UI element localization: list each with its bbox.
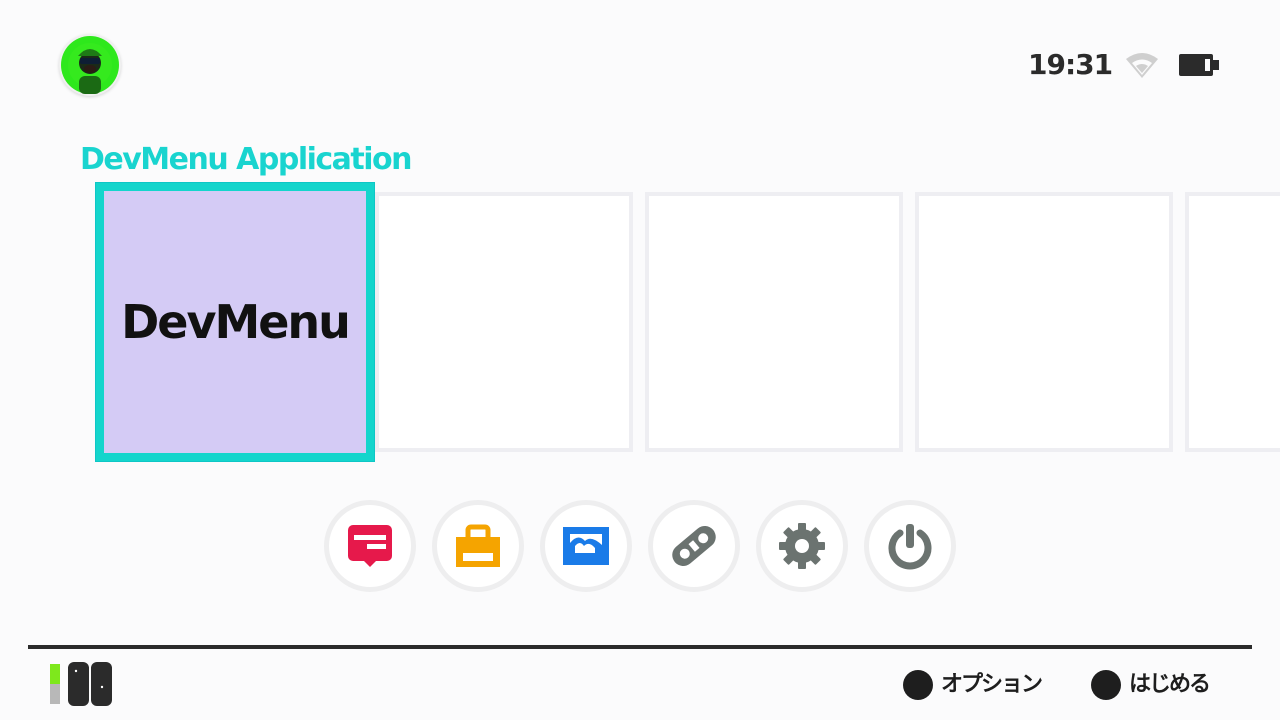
options-hint-label: オプション (941, 672, 1043, 697)
start-hint[interactable]: はじめる (1091, 670, 1211, 700)
button-glyph-icon (903, 670, 933, 700)
app-tile-devmenu[interactable]: DevMenu (96, 183, 374, 461)
news-icon (348, 525, 392, 567)
power-icon (888, 524, 932, 570)
controllers-icon (672, 526, 716, 566)
album-icon (563, 527, 609, 565)
shop-icon (456, 524, 500, 567)
app-tile-empty[interactable] (645, 192, 903, 452)
battery-icon (1179, 54, 1219, 76)
settings-button[interactable] (756, 500, 848, 592)
controllers-button[interactable] (648, 500, 740, 592)
joycon-icon[interactable] (48, 660, 116, 708)
selected-app-title: DevMenu Application (80, 142, 413, 177)
options-hint[interactable]: オプション (903, 670, 1043, 700)
app-tile-empty[interactable] (375, 192, 633, 452)
start-hint-label: はじめる (1129, 672, 1211, 697)
button-glyph-icon (1091, 670, 1121, 700)
power-button[interactable] (864, 500, 956, 592)
album-button[interactable] (540, 500, 632, 592)
user-avatar[interactable] (59, 34, 121, 96)
settings-icon (779, 523, 825, 569)
clock: 19:31 (1028, 48, 1113, 81)
footer-divider (28, 645, 1252, 649)
app-tile-empty[interactable] (915, 192, 1173, 452)
home-screen: 19:31 DevMenu Application DevMenu オプション … (0, 0, 1280, 720)
app-tile-empty[interactable] (1185, 192, 1280, 452)
wifi-icon (1126, 53, 1158, 78)
news-button[interactable] (324, 500, 416, 592)
app-tile-label: DevMenu (121, 295, 351, 349)
user-avatar-icon (61, 36, 119, 94)
shop-button[interactable] (432, 500, 524, 592)
